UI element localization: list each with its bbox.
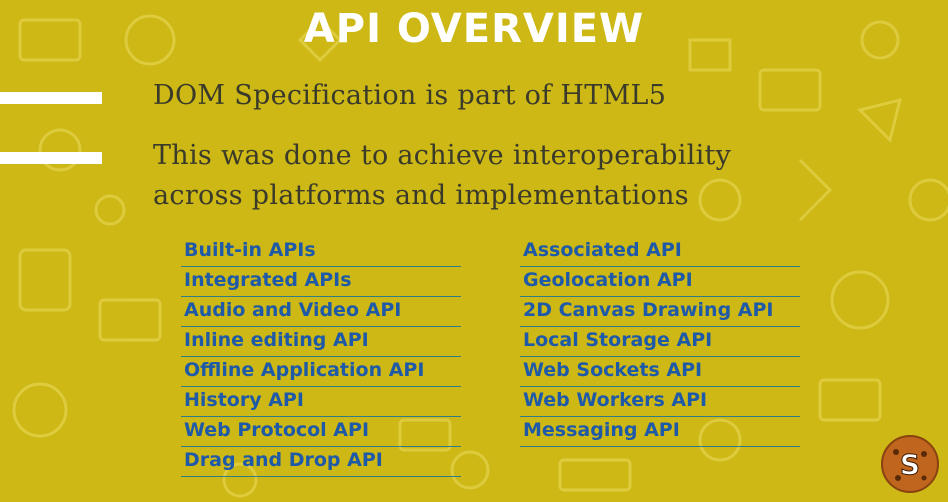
- api-item: Local Storage API: [520, 327, 800, 357]
- api-item: Web Protocol API: [181, 417, 461, 447]
- api-item: Web Sockets API: [520, 357, 800, 387]
- api-item: Web Workers API: [520, 387, 800, 417]
- api-item: Offline Application API: [181, 357, 461, 387]
- api-item: Integrated APIs: [181, 267, 461, 297]
- logo-letter: S: [900, 448, 920, 481]
- bullet-text-2-content: This was done to achieve interoperabilit…: [153, 140, 732, 211]
- page-title: API OVERVIEW: [303, 6, 645, 52]
- api-item: Messaging API: [520, 417, 800, 447]
- cookie-logo-icon: S: [881, 435, 939, 493]
- api-item: 2D Canvas Drawing API: [520, 297, 800, 327]
- bullet-text-2: This was done to achieve interoperabilit…: [153, 136, 753, 216]
- api-item: Associated API: [520, 237, 800, 267]
- api-item: Drag and Drop API: [181, 447, 461, 477]
- api-item: Geolocation API: [520, 267, 800, 297]
- api-item: Inline editing API: [181, 327, 461, 357]
- api-item: History API: [181, 387, 461, 417]
- bullet-bar-2: [0, 152, 102, 164]
- api-list-left: Built-in APIs Integrated APIs Audio and …: [181, 237, 461, 477]
- bullet-bar-1: [0, 92, 102, 104]
- api-item: Built-in APIs: [181, 237, 461, 267]
- bullet-text-1: DOM Specification is part of HTML5: [153, 80, 667, 111]
- api-item: Audio and Video API: [181, 297, 461, 327]
- api-list-right: Associated API Geolocation API 2D Canvas…: [520, 237, 800, 447]
